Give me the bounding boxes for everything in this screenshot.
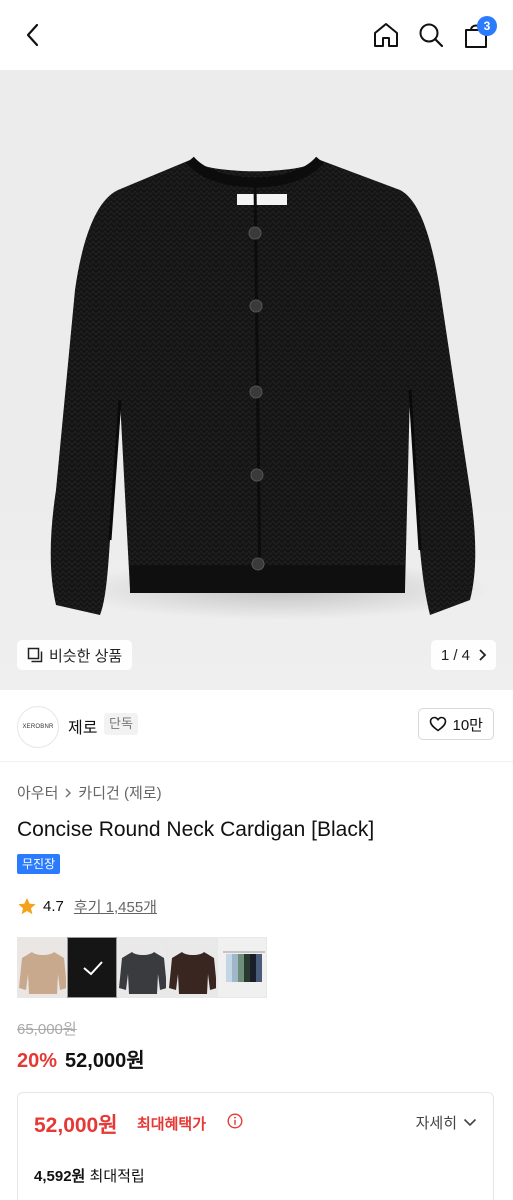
color-options bbox=[17, 937, 267, 998]
cardigan-illustration bbox=[50, 156, 490, 620]
search-icon bbox=[419, 23, 444, 48]
rating-row: 4.7 후기 1,455개 bbox=[17, 896, 157, 917]
cart-count-badge: 3 bbox=[477, 16, 497, 36]
swatch-brown[interactable] bbox=[167, 937, 217, 998]
max-benefit-label: 최대혜택가 bbox=[137, 1116, 207, 1133]
search-button[interactable] bbox=[414, 18, 448, 52]
details-toggle[interactable]: 자세히 bbox=[416, 1112, 477, 1133]
like-button[interactable]: 10만 bbox=[417, 708, 494, 740]
max-benefit-price: 52,000원 bbox=[34, 1114, 118, 1137]
brand-row: XEROBNR 제로 단독 10만 bbox=[0, 690, 513, 762]
brand-name[interactable]: 제로 bbox=[68, 714, 97, 738]
reviews-link[interactable]: 후기 1,455개 bbox=[74, 896, 157, 917]
product-image[interactable]: 비슷한 상품 1 / 4 bbox=[0, 70, 513, 690]
image-counter: 1 / 4 bbox=[440, 646, 470, 664]
category-outer[interactable]: 아우터 bbox=[17, 782, 58, 803]
cart-button[interactable]: 3 bbox=[459, 16, 497, 52]
similar-icon bbox=[27, 647, 43, 663]
price-row: 20% 52,000원 bbox=[17, 1044, 145, 1073]
chevron-down-icon bbox=[463, 1118, 477, 1127]
points-amount: 4,592원 bbox=[34, 1168, 86, 1185]
swatch-black-selected[interactable] bbox=[67, 937, 117, 998]
heart-icon bbox=[429, 716, 446, 732]
swatch-all-colors[interactable] bbox=[217, 937, 267, 998]
home-icon bbox=[374, 23, 398, 47]
like-count: 10만 bbox=[452, 716, 484, 734]
info-icon[interactable] bbox=[227, 1113, 243, 1129]
star-icon bbox=[18, 898, 36, 915]
rating-value: 4.7 bbox=[43, 898, 64, 915]
exclusive-tag: 단독 bbox=[104, 713, 138, 735]
chevron-left-icon bbox=[26, 23, 39, 47]
category-cardigan[interactable]: 카디건 (제로) bbox=[78, 782, 161, 803]
similar-products-label: 비슷한 상품 bbox=[49, 647, 123, 665]
original-price: 65,000원 bbox=[17, 1021, 77, 1038]
swatch-charcoal[interactable] bbox=[117, 937, 167, 998]
discount-rate: 20% bbox=[17, 1050, 58, 1072]
shipping-badge: 무진장 bbox=[17, 854, 61, 874]
max-points-row: 4,592원 최대적립 bbox=[34, 1165, 145, 1186]
max-benefit-box: 52,000원 최대혜택가 자세히 4,592원 최대적립 bbox=[17, 1092, 494, 1200]
image-counter-button[interactable]: 1 / 4 bbox=[430, 640, 496, 670]
top-bar: 3 bbox=[0, 0, 513, 70]
similar-products-button[interactable]: 비슷한 상품 bbox=[17, 640, 133, 670]
home-button[interactable] bbox=[369, 18, 403, 52]
swatch-beige[interactable] bbox=[17, 937, 67, 998]
sale-price: 52,000원 bbox=[65, 1050, 145, 1072]
back-button[interactable] bbox=[16, 18, 50, 52]
breadcrumb: 아우터 카디건 (제로) bbox=[17, 782, 162, 803]
product-title: Concise Round Neck Cardigan [Black] bbox=[17, 818, 375, 841]
chevron-right-icon bbox=[479, 649, 487, 661]
details-label: 자세히 bbox=[415, 1115, 457, 1132]
points-label: 최대적립 bbox=[89, 1168, 145, 1185]
brand-logo[interactable]: XEROBNR bbox=[17, 706, 59, 748]
chevron-right-icon bbox=[65, 787, 72, 798]
